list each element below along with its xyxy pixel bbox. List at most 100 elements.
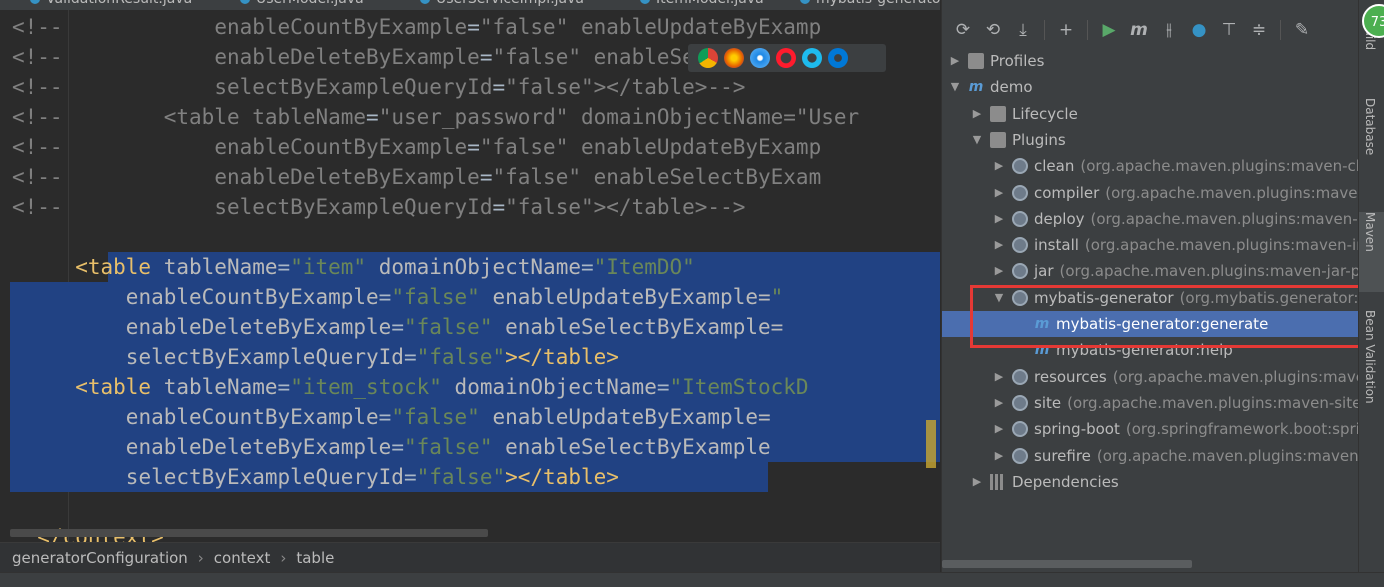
run-icon[interactable]: ▶ xyxy=(1096,17,1122,43)
safari-icon[interactable] xyxy=(750,48,770,68)
browser-preview-popup xyxy=(688,44,886,72)
chevron-right-icon[interactable]: ▶ xyxy=(992,390,1006,416)
maven-panel-header xyxy=(942,0,1359,8)
skip-tests-icon[interactable]: ⫲ xyxy=(1156,17,1182,43)
code-line: <!-- selectByExampleQueryId="false"></ta… xyxy=(12,195,746,219)
code-editor[interactable]: ValidationResult.java UserModel.java UserS… xyxy=(0,0,940,542)
tree-item[interactable]: ▶ deploy (org.apache.maven.plugins:maven-d… xyxy=(942,206,1359,232)
tree-item-label: Lifecycle xyxy=(1012,104,1078,123)
opera-icon[interactable] xyxy=(776,48,796,68)
tree-item[interactable]: ▶ spring-boot (org.springframework.boot:sp… xyxy=(942,416,1359,442)
highlight-box xyxy=(970,285,1380,348)
chevron-right-icon[interactable]: ▶ xyxy=(992,364,1006,390)
file-icon xyxy=(800,0,810,4)
code-line: enableCountByExample="false" enableUpdat… xyxy=(125,285,784,309)
plugin-icon xyxy=(1012,237,1028,254)
tree-item[interactable]: ▶ Profiles xyxy=(942,48,1359,74)
code-line: enableDeleteByExample="false" enableSele… xyxy=(125,435,771,459)
show-dependencies-icon[interactable]: ⊤ xyxy=(1216,17,1242,43)
breadcrumb-item[interactable]: context xyxy=(214,549,271,567)
chevron-down-icon[interactable]: ▼ xyxy=(970,127,984,153)
tree-item[interactable]: ▶ surefire (org.apache.maven.plugins:maven… xyxy=(942,443,1359,469)
tree-item[interactable]: ▼ Plugins xyxy=(942,127,1359,153)
tree-item-label: site (org.apache.maven.plugins:maven-site… xyxy=(1034,393,1359,412)
collapse-all-icon[interactable]: ≑ xyxy=(1246,17,1272,43)
status-bar xyxy=(0,572,1384,587)
download-icon[interactable]: ⤓ xyxy=(1010,17,1036,43)
file-icon xyxy=(30,0,40,4)
tab-database[interactable]: Database xyxy=(1359,98,1384,198)
plugin-icon xyxy=(1012,184,1028,201)
tree-item[interactable]: ▶ site (org.apache.maven.plugins:maven-sit… xyxy=(942,390,1359,416)
tree-item-label: Profiles xyxy=(990,52,1045,70)
firefox-icon[interactable] xyxy=(724,48,744,68)
tree-item-label: Dependencies xyxy=(1012,472,1119,491)
editor-tab[interactable]: UserModel.java xyxy=(240,0,364,9)
ie-icon[interactable] xyxy=(802,48,822,68)
code-line: <!-- enableCountByExample="false" enable… xyxy=(12,15,822,39)
tree-item[interactable]: ▶ compiler (org.apache.maven.plugins:maven… xyxy=(942,180,1359,206)
maven-horizontal-scrollbar[interactable] xyxy=(942,560,1192,568)
code-line: <table tableName="item" domainObjectName… xyxy=(75,255,695,279)
tab-bean-validation[interactable]: Bean Validation xyxy=(1359,310,1384,460)
plugin-icon xyxy=(1012,394,1028,411)
plugin-icon xyxy=(1012,447,1028,464)
code-line: selectByExampleQueryId="false"></table> xyxy=(125,465,619,489)
file-icon xyxy=(240,0,250,4)
maven-goal-icon[interactable]: m xyxy=(1126,17,1152,43)
toolbar-separator xyxy=(1087,20,1088,40)
tree-item-label: demo xyxy=(990,78,1033,97)
tree-item[interactable]: ▶ clean (org.apache.maven.plugins:maven-cl… xyxy=(942,153,1359,179)
add-icon[interactable]: + xyxy=(1053,17,1079,43)
chevron-right-icon[interactable]: ▶ xyxy=(992,232,1006,258)
edge-icon[interactable] xyxy=(828,48,848,68)
editor-tab[interactable]: mybatis-generator xyxy=(800,0,940,9)
tree-item[interactable]: ▶ jar (org.apache.maven.plugins:maven-jar-… xyxy=(942,258,1359,284)
tree-item[interactable]: ▶ Dependencies xyxy=(942,469,1359,495)
settings-icon[interactable]: ✎ xyxy=(1289,17,1315,43)
code-line: <table tableName="item_stock" domainObje… xyxy=(75,375,809,399)
tree-item-label: jar (org.apache.maven.plugins:maven-jar-p… xyxy=(1034,262,1359,281)
tree-item-label: resources (org.apache.maven.plugins:maven xyxy=(1034,367,1359,386)
tree-item[interactable]: ▶ install (org.apache.maven.plugins:maven-… xyxy=(942,232,1359,258)
breadcrumb: generatorConfiguration › context › table xyxy=(0,542,940,572)
chevron-right-icon: › xyxy=(197,548,204,567)
folder-icon xyxy=(968,53,984,69)
chevron-right-icon[interactable]: ▶ xyxy=(992,206,1006,232)
chevron-right-icon[interactable]: ▶ xyxy=(992,416,1006,442)
chevron-right-icon[interactable]: ▶ xyxy=(992,180,1006,206)
offline-icon[interactable]: ● xyxy=(1186,17,1212,43)
tree-item-label: spring-boot (org.springframework.boot:spr… xyxy=(1034,420,1359,439)
chrome-icon[interactable] xyxy=(698,48,718,68)
plugin-icon xyxy=(1012,368,1028,385)
toolbar-separator xyxy=(1280,20,1281,40)
code-line: enableCountByExample="false" enableUpdat… xyxy=(125,405,771,429)
tree-item[interactable]: ▼ m demo xyxy=(942,74,1359,100)
generate-sources-icon[interactable]: ⟲ xyxy=(980,17,1006,43)
breadcrumb-item[interactable]: table xyxy=(296,549,334,567)
chevron-right-icon[interactable]: ▶ xyxy=(992,258,1006,284)
refresh-icon[interactable]: ⟳ xyxy=(950,17,976,43)
tree-item-label: compiler (org.apache.maven.plugins:maven- xyxy=(1034,183,1359,202)
file-icon xyxy=(420,0,430,4)
maven-toolbar: ⟳ ⟲ ⤓ + ▶ m ⫲ ● ⊤ ≑ ✎ xyxy=(942,14,1359,46)
editor-tab-bar: ValidationResult.java UserModel.java UserS… xyxy=(0,0,940,10)
code-line: <!-- enableDeleteByExample="false" enabl… xyxy=(12,165,822,189)
chevron-right-icon[interactable]: ▶ xyxy=(992,443,1006,469)
chevron-right-icon[interactable]: ▶ xyxy=(970,469,984,495)
editor-tab[interactable]: ItemModel.java xyxy=(640,0,764,9)
tree-item[interactable]: ▶ resources (org.apache.maven.plugins:mave… xyxy=(942,364,1359,390)
tab-maven[interactable]: Maven xyxy=(1359,212,1384,292)
editor-tab[interactable]: UserServiceImpl.java xyxy=(420,0,584,9)
file-icon xyxy=(640,0,650,4)
chevron-right-icon[interactable]: ▶ xyxy=(970,101,984,127)
chevron-right-icon[interactable]: ▶ xyxy=(948,48,962,74)
editor-tab[interactable]: ValidationResult.java xyxy=(30,0,192,9)
tree-item-label: surefire (org.apache.maven.plugins:maven-… xyxy=(1034,446,1359,465)
tree-item[interactable]: ▶ Lifecycle xyxy=(942,101,1359,127)
breadcrumb-item[interactable]: generatorConfiguration xyxy=(12,549,188,567)
editor-horizontal-scrollbar[interactable] xyxy=(10,529,488,537)
folder-icon xyxy=(990,131,1006,148)
chevron-down-icon[interactable]: ▼ xyxy=(948,74,962,100)
chevron-right-icon[interactable]: ▶ xyxy=(992,153,1006,179)
